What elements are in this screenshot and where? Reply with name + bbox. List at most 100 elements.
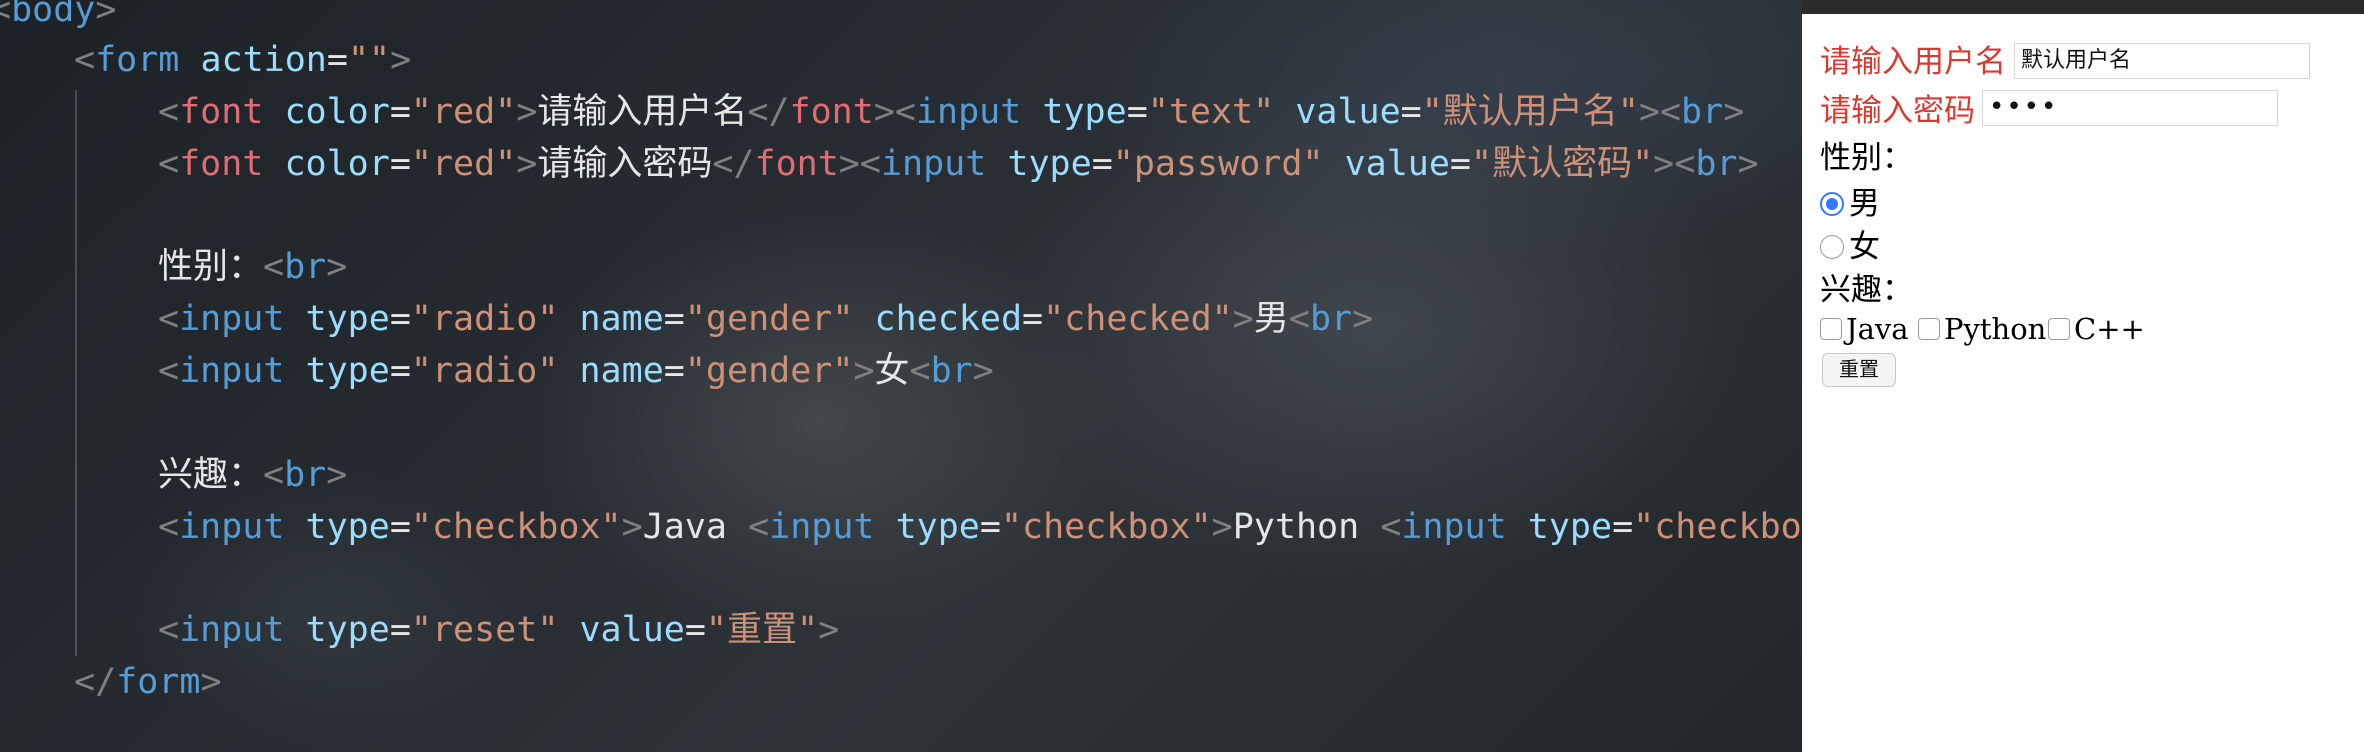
code-token: "checked"	[1043, 299, 1233, 339]
code-token: =	[1126, 92, 1148, 132]
code-token: <	[1380, 507, 1402, 547]
code-editor[interactable]: <body> <form action=""> <font color="red…	[0, 0, 1802, 752]
code-token: type	[1042, 92, 1127, 132]
code-token: =	[1400, 92, 1422, 132]
code-line-2: <form action="">	[74, 34, 411, 86]
code-token: </	[747, 92, 790, 132]
code-token: <	[158, 351, 180, 391]
code-token: "radio"	[410, 351, 559, 391]
code-token: 男	[1253, 299, 1289, 339]
password-input[interactable]: ••••	[1982, 90, 2278, 126]
hobby-option-java-label: Java	[1846, 312, 1909, 346]
code-token: value	[1295, 92, 1401, 132]
code-token: br	[1695, 144, 1738, 184]
code-token: >	[1737, 144, 1759, 184]
code-token: br	[930, 351, 973, 391]
code-token: br	[1309, 299, 1353, 339]
code-token: body	[11, 0, 96, 30]
password-label: 请输入密码	[1820, 93, 1975, 129]
code-token: "password"	[1112, 144, 1324, 184]
code-line-7: <input type="radio" name="gender">女<br>	[158, 345, 994, 397]
code-token: "radio"	[410, 299, 559, 339]
username-label: 请输入用户名	[1820, 44, 2006, 80]
code-token: <	[263, 247, 285, 287]
code-token: <	[263, 455, 285, 495]
code-token: <	[0, 0, 12, 30]
gender-option-male-label: 男	[1849, 186, 1880, 222]
code-token: font	[754, 144, 839, 184]
code-line-8: 兴趣：<br>	[158, 449, 347, 501]
code-token: =	[389, 610, 411, 650]
code-token: </	[74, 662, 117, 702]
code-token: "gender"	[684, 299, 854, 339]
code-token: >	[621, 507, 643, 547]
hobby-checkbox-java[interactable]	[1820, 318, 1842, 340]
code-token: br	[284, 247, 327, 287]
code-line-5: 性别：<br>	[158, 241, 347, 293]
code-token: =	[1091, 144, 1113, 184]
code-token: >	[200, 662, 222, 702]
code-token: >	[972, 351, 994, 391]
code-token: "默认用户名"	[1421, 92, 1639, 132]
code-token: >	[1211, 507, 1233, 547]
code-token: <	[859, 144, 881, 184]
code-token: 请输入用户名	[537, 92, 748, 132]
gender-label: 性别：	[1820, 140, 1913, 176]
code-token: "默认密码"	[1471, 144, 1654, 184]
hobby-checkbox-python[interactable]	[1918, 318, 1940, 340]
code-token: br	[284, 455, 327, 495]
code-token: "重置"	[705, 610, 819, 650]
code-token: input	[179, 299, 285, 339]
code-token: >	[516, 92, 538, 132]
hobby-option-python-label: Python	[1944, 312, 2047, 346]
username-input[interactable]: 默认用户名	[2014, 43, 2310, 79]
gender-radio-female[interactable]	[1820, 235, 1844, 259]
gender-radio-male[interactable]	[1820, 192, 1844, 216]
code-token: =	[326, 40, 348, 80]
code-token: input	[179, 351, 285, 391]
code-token: value	[1344, 144, 1450, 184]
code-token: >	[516, 144, 538, 184]
code-token: =	[1449, 144, 1471, 184]
password-mask: ••••	[1989, 92, 2059, 122]
code-token: <	[909, 351, 931, 391]
code-token: br	[1681, 92, 1724, 132]
code-token: font	[789, 92, 874, 132]
code-token: >	[1638, 92, 1660, 132]
code-token: "checkbox	[1633, 507, 1802, 547]
gender-option-female-label: 女	[1849, 229, 1880, 265]
code-line-6: <input type="radio" name="gender" checke…	[158, 293, 1373, 345]
code-token: =	[1022, 299, 1044, 339]
code-token: <	[158, 507, 180, 547]
code-token: <	[748, 507, 770, 547]
code-token: =	[389, 299, 411, 339]
reset-button[interactable]: 重置	[1822, 353, 1896, 387]
browser-preview: 请输入用户名 默认用户名 请输入密码 •••• 性别： 男 女 兴趣： Java…	[1802, 0, 2364, 752]
hobby-checkbox-cpp[interactable]	[2048, 318, 2070, 340]
code-token: >	[818, 610, 840, 650]
code-token: <	[158, 144, 180, 184]
code-token: type	[305, 507, 390, 547]
code-token: 兴趣：	[158, 455, 264, 495]
code-token: input	[769, 507, 875, 547]
code-line-10: <input type="reset" value="重置">	[158, 604, 839, 656]
code-token: value	[579, 610, 685, 650]
code-token: >	[838, 144, 860, 184]
code-token: <	[1659, 92, 1682, 132]
code-token: color	[284, 92, 390, 132]
code-token: =	[389, 144, 411, 184]
code-token: color	[284, 144, 390, 184]
code-token: type	[1007, 144, 1092, 184]
code-token: >	[326, 247, 348, 287]
code-token: >	[1232, 299, 1254, 339]
